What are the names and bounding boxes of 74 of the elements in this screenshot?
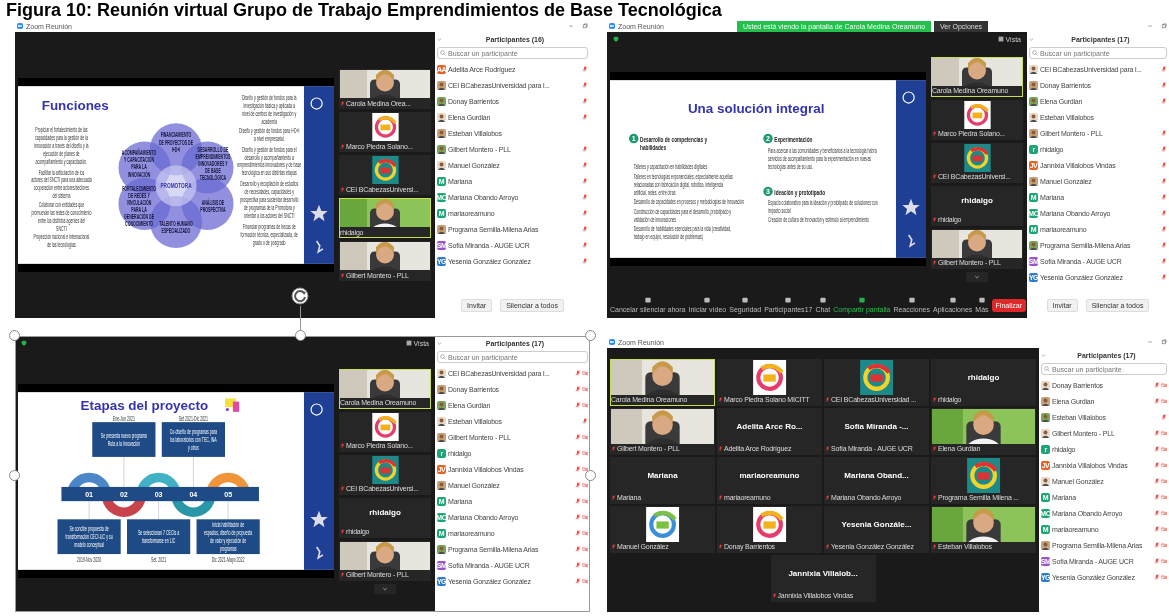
toolbar-icon <box>907 297 916 304</box>
resize-handle[interactable] <box>295 330 306 341</box>
rotate-handle-icon[interactable] <box>290 286 310 306</box>
chevron-down-icon[interactable] <box>437 37 442 42</box>
participant-name: Sofía Miranda -... <box>844 421 909 431</box>
chevron-down-icon[interactable] <box>1029 37 1034 42</box>
avatar-icon <box>437 368 446 378</box>
shield-icon[interactable] <box>21 340 27 346</box>
participant-name: Mariana <box>647 470 678 480</box>
avatar-icon <box>1041 396 1050 406</box>
toolbar-icon <box>857 297 866 304</box>
toolbar-icon <box>703 297 712 304</box>
avatar-icon <box>437 480 446 490</box>
avatar-icon <box>1029 96 1038 106</box>
avatar-icon <box>437 432 446 442</box>
toolbar-icon <box>741 297 750 304</box>
grid-icon <box>405 340 412 346</box>
avatar-icon <box>1029 80 1038 90</box>
participant-name: Mariana Oband... <box>844 470 909 480</box>
avatar-icon <box>1041 540 1050 550</box>
figure-caption: Figura 10: Reunión virtual Grupo de Trabajo Emprendimientos de Base Tecnológica <box>5 0 723 20</box>
search-icon <box>1032 50 1038 56</box>
restore-icon[interactable] <box>1161 339 1167 345</box>
toolbar-icon <box>784 297 793 304</box>
restore-icon[interactable] <box>582 23 588 29</box>
avatar-icon <box>437 160 446 170</box>
avatar-icon <box>1029 176 1038 186</box>
slide-title: Funciones <box>41 97 109 113</box>
avatar-icon <box>1029 64 1038 74</box>
participant-name: rhidalgo <box>967 372 1000 382</box>
slide-title: Etapas del proyecto <box>80 397 209 413</box>
resize-handle[interactable] <box>9 470 20 481</box>
avatar-icon <box>437 112 446 122</box>
avatar-icon <box>437 384 446 394</box>
avatar-icon <box>437 80 446 90</box>
avatar-icon <box>437 144 446 154</box>
resize-handle[interactable] <box>585 470 596 481</box>
participant-name: mariaoreamuno <box>739 470 800 480</box>
toolbar-icon <box>948 297 957 304</box>
avatar-icon <box>437 128 446 138</box>
avatar-icon <box>437 416 446 426</box>
avatar-icon <box>1029 112 1038 122</box>
participant-name: Adelita Arce Ro... <box>736 421 803 431</box>
participant-name: rhidalgo <box>961 196 993 205</box>
participant-name: rhidalgo <box>369 508 401 517</box>
shield-icon[interactable] <box>613 36 619 42</box>
participant-name: Yesenia Gonzále... <box>841 519 912 529</box>
chevron-down-icon <box>382 585 388 592</box>
avatar-icon <box>1029 240 1038 250</box>
resize-handle[interactable] <box>585 330 596 341</box>
search-icon <box>1044 366 1050 372</box>
search-icon <box>440 50 446 56</box>
participant-name: Jannixia Villalob... <box>788 568 858 578</box>
slide-title: Una solución integral <box>687 101 825 117</box>
toolbar-icon <box>977 297 986 304</box>
avatar-icon <box>437 224 446 234</box>
grid-icon <box>997 36 1004 42</box>
avatar-icon <box>1041 412 1050 422</box>
avatar-icon <box>437 544 446 554</box>
toolbar-icon <box>818 297 827 304</box>
avatar-icon <box>437 400 446 410</box>
chevron-down-icon[interactable] <box>1041 353 1046 358</box>
avatar-icon <box>1041 428 1050 438</box>
toolbar-icon <box>643 297 652 304</box>
avatar-icon <box>437 96 446 106</box>
chevron-down-icon[interactable] <box>437 341 442 346</box>
illustration-icon <box>225 398 240 412</box>
resize-handle[interactable] <box>9 330 20 341</box>
chevron-down-icon <box>974 273 980 280</box>
restore-icon[interactable] <box>1161 23 1167 29</box>
avatar-icon <box>1041 476 1050 486</box>
search-icon <box>440 354 446 360</box>
avatar-icon <box>1041 380 1050 390</box>
avatar-icon <box>1029 128 1038 138</box>
